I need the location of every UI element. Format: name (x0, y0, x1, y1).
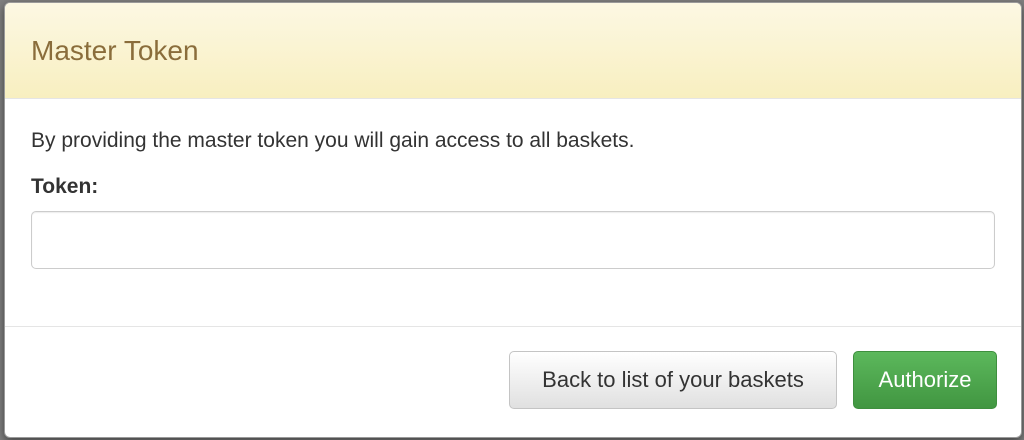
dialog-header: Master Token (5, 3, 1021, 99)
token-label: Token: (31, 175, 99, 198)
dialog-description: By providing the master token you will g… (31, 129, 635, 152)
dialog-footer: Back to list of your baskets Authorize (5, 327, 1021, 437)
back-to-baskets-button[interactable]: Back to list of your baskets (509, 351, 837, 409)
token-input[interactable] (31, 211, 995, 269)
dialog-body: By providing the master token you will g… (5, 99, 1021, 327)
dialog-title: Master Token (31, 34, 199, 66)
master-token-dialog: Master Token By providing the master tok… (4, 2, 1022, 438)
authorize-button[interactable]: Authorize (853, 351, 997, 409)
